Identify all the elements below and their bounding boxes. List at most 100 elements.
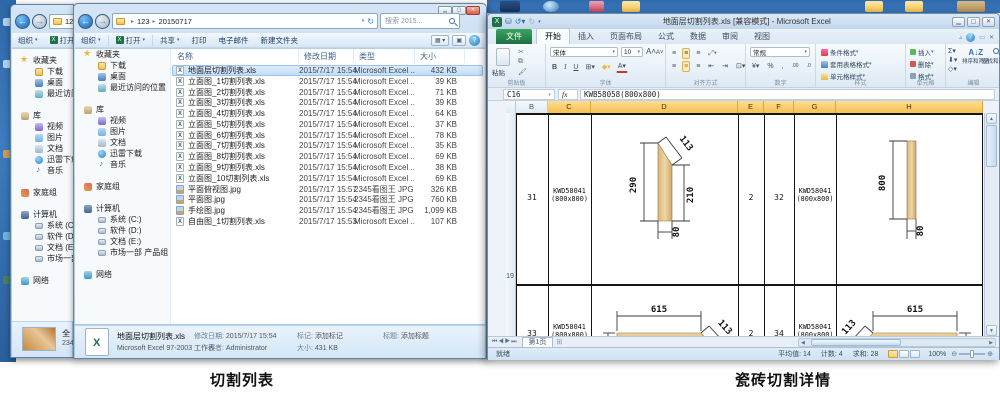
cut-icon[interactable]: ✂ — [518, 48, 527, 56]
cell-E20[interactable]: 2 — [738, 329, 764, 336]
tab-home[interactable]: 开始 — [536, 28, 570, 44]
copy-icon[interactable]: ⧉ — [518, 58, 527, 66]
new-folder-button[interactable]: 新建文件夹 — [255, 34, 305, 47]
save-icon[interactable]: ⛁ — [505, 17, 512, 26]
file-row[interactable]: 立面图_1切割列表.xls 2015/7/17 15:54 Microsoft … — [172, 76, 483, 87]
tree-item[interactable]: 桌面 — [75, 71, 170, 82]
page-break-view-button[interactable] — [910, 350, 920, 358]
row-header-19[interactable]: 19 — [504, 273, 516, 280]
file-row[interactable]: 自由图_1切割列表.xls 2015/7/17 15:53 Microsoft … — [172, 216, 483, 227]
workbook-close-icon[interactable]: ✕ — [989, 34, 994, 41]
align-center-icon[interactable]: ≡ — [682, 61, 690, 72]
paste-icon[interactable] — [496, 48, 510, 66]
folder-icon[interactable] — [865, 1, 883, 12]
sheet-tab[interactable]: 第1页 — [522, 337, 554, 347]
tree-item[interactable]: 最近访问的位置 — [75, 82, 170, 93]
insert-cells-button[interactable]: 插入 — [918, 47, 931, 57]
font-size-select[interactable]: 10▾ — [621, 47, 643, 57]
scroll-up-icon[interactable]: ▲ — [986, 113, 997, 124]
tree-item[interactable]: 家庭组 — [75, 181, 170, 192]
align-bottom-icon[interactable]: ≡ — [694, 48, 702, 59]
close-button[interactable]: ✕ — [982, 17, 995, 27]
folder-icon[interactable] — [622, 1, 640, 12]
desktop-icon[interactable] — [957, 1, 985, 12]
folder-icon[interactable] — [905, 1, 923, 12]
scroll-right-icon[interactable]: ▶ — [989, 340, 993, 346]
bold-button[interactable]: B — [550, 62, 559, 73]
increase-decimal-icon[interactable]: .00 — [790, 61, 801, 72]
find-select-button[interactable]: 查找和选择 — [982, 48, 1000, 65]
zoom-slider[interactable] — [959, 353, 985, 355]
breadcrumb-item[interactable]: 20150717 — [159, 17, 192, 26]
fill-color-button[interactable]: ◆▾ — [600, 62, 613, 73]
font-color-button[interactable]: A▾ — [616, 61, 628, 73]
back-button[interactable]: ← — [78, 14, 93, 29]
percent-icon[interactable]: % — [765, 61, 775, 72]
orientation-icon[interactable]: ⤢▾ — [706, 48, 719, 59]
share-button[interactable]: 共享 — [154, 34, 186, 47]
underline-button[interactable]: U — [571, 62, 580, 73]
tree-item[interactable]: 家庭组 — [12, 187, 73, 198]
tree-item[interactable]: 软件 (D:) — [12, 231, 73, 242]
cell-E19[interactable]: 2 — [738, 193, 764, 202]
desktop-icon[interactable] — [500, 1, 520, 12]
file-row[interactable]: 立面图_7切割列表.xls 2015/7/17 15:54 Microsoft … — [172, 141, 483, 152]
file-row[interactable]: 地面层切割列表.xls 2015/7/17 15:54 Microsoft Ex… — [172, 65, 483, 76]
format-as-table-button[interactable]: 套用表格格式 — [830, 59, 869, 69]
file-row[interactable]: 立面图_10切割列表.xls 2015/7/17 15:54 Microsoft… — [172, 173, 483, 184]
breadcrumb-item[interactable]: 123 — [137, 17, 150, 26]
minimize-button[interactable]: ▁ — [952, 17, 965, 27]
normal-view-button[interactable] — [888, 350, 898, 358]
tree-item[interactable]: 视频 — [12, 121, 73, 132]
print-button[interactable]: 打印 — [186, 34, 213, 47]
tree-item[interactable]: 网络 — [12, 275, 73, 286]
view-options-button[interactable]: ▦ ▾ — [431, 35, 449, 46]
close-button[interactable]: ✕ — [466, 6, 480, 15]
tree-item[interactable]: 文档 (E:) — [75, 236, 170, 247]
tree-item[interactable]: 文档 — [75, 137, 170, 148]
scroll-down-icon[interactable]: ▼ — [986, 325, 997, 336]
italic-button[interactable]: I — [562, 62, 568, 73]
shrink-font-icon[interactable]: A˅ — [656, 50, 664, 56]
tree-item[interactable]: 桌面 — [12, 77, 73, 88]
collapse-ribbon-icon[interactable]: ▵ — [959, 34, 962, 41]
email-button[interactable]: 电子邮件 — [213, 34, 255, 47]
preview-pane-button[interactable]: ▣ — [452, 35, 466, 46]
tree-item[interactable]: 下载 — [75, 60, 170, 71]
horizontal-scrollbar[interactable]: ◀ ▶ — [798, 338, 996, 347]
formula-input[interactable]: KWB58058(800x800) — [580, 89, 995, 100]
file-row[interactable]: 立面图_6切割列表.xls 2015/7/17 15:54 Microsoft … — [172, 130, 483, 141]
page-layout-view-button[interactable] — [899, 350, 909, 358]
sheet-nav-icons[interactable]: ⏮◀▶⏭ — [492, 339, 518, 346]
select-all-corner[interactable] — [506, 101, 516, 113]
cell-F19[interactable]: 32 — [764, 193, 794, 202]
column-header-size[interactable]: 大小 — [415, 49, 465, 63]
tree-item[interactable]: 系统 (C:) — [12, 220, 73, 231]
number-format-select[interactable]: 常规▾ — [750, 47, 810, 57]
file-row[interactable]: 立面图_3切割列表.xls 2015/7/17 15:54 Microsoft … — [172, 97, 483, 108]
tree-item[interactable]: 收藏夹 — [12, 55, 73, 66]
tree-item[interactable]: 库 — [75, 104, 170, 115]
tab-page-layout[interactable]: 页面布局 — [602, 29, 650, 44]
cell-C19[interactable]: KWD58041(800x800) — [550, 187, 589, 203]
increase-indent-icon[interactable]: ⇥ — [720, 61, 730, 72]
search-input[interactable]: 搜索 2015... — [380, 13, 460, 29]
align-right-icon[interactable]: ≡ — [694, 61, 702, 72]
grow-font-icon[interactable]: A˄A˅ — [646, 47, 664, 56]
address-bar[interactable]: 123 20150717 ▾ ↻ — [112, 13, 378, 29]
cell-F20[interactable]: 34 — [764, 329, 794, 336]
tree-item[interactable]: 迅雷下载 — [75, 148, 170, 159]
redo-icon[interactable]: ↻ — [528, 17, 535, 26]
cell-G19[interactable]: KWD58041(800x800) — [795, 187, 835, 203]
file-row[interactable]: 平面图.jpg 2015/7/17 15:54 2345看图王 JPG ... … — [172, 195, 483, 206]
maximize-button[interactable]: ▢ — [967, 17, 980, 27]
open-button[interactable]: 打开 — [60, 35, 74, 46]
organize-button[interactable]: 组织 — [12, 34, 44, 47]
tree-item[interactable]: 软件 (D:) — [75, 225, 170, 236]
paste-button[interactable]: 粘贴 — [492, 67, 505, 77]
organize-button[interactable]: 组织 — [75, 34, 107, 47]
column-header-H[interactable]: H — [836, 101, 983, 113]
tree-item[interactable]: 市场一部 产品组（专用） — [75, 247, 170, 258]
delete-cells-button[interactable]: 删除 — [918, 59, 931, 69]
address-bar[interactable]: 123 — [49, 14, 74, 29]
